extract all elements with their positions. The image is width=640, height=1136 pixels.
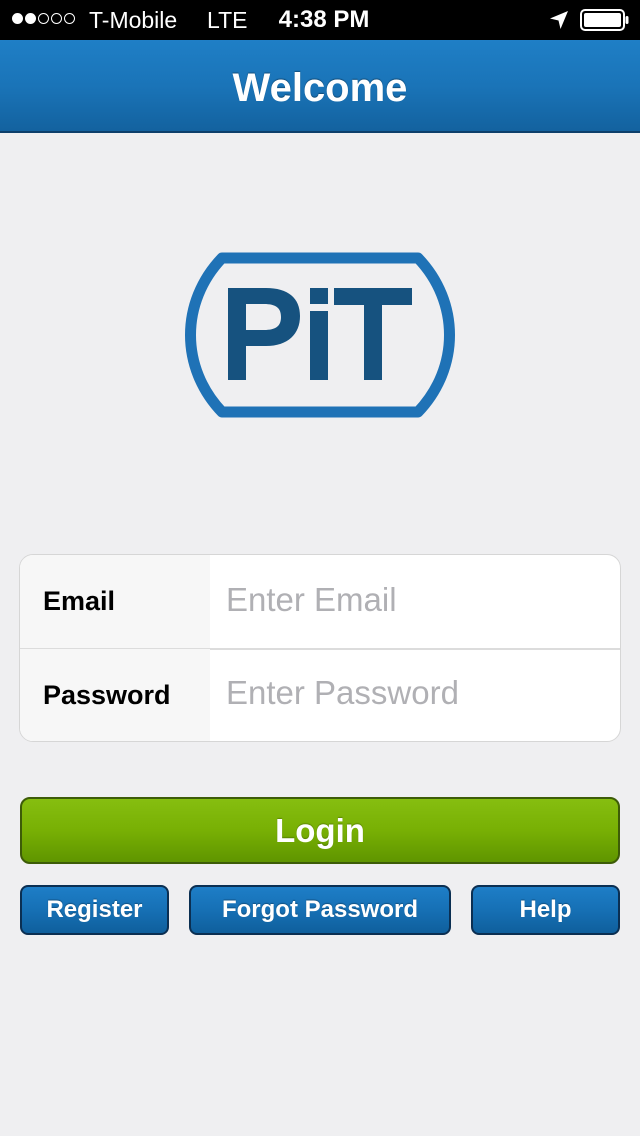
password-label: Password xyxy=(43,680,171,710)
register-button[interactable]: Register xyxy=(20,885,169,935)
password-row: Password xyxy=(20,649,620,741)
password-field[interactable] xyxy=(210,649,620,741)
help-button[interactable]: Help xyxy=(471,885,620,935)
page-title: Welcome xyxy=(232,66,408,110)
forgot-password-button[interactable]: Forgot Password xyxy=(189,885,451,935)
status-time: 4:38 PM xyxy=(278,6,370,33)
email-field[interactable] xyxy=(210,555,620,648)
email-label-cell: Email xyxy=(20,555,210,648)
location-arrow-icon xyxy=(550,11,568,29)
password-label-cell: Password xyxy=(20,649,210,741)
navigation-bar: Welcome xyxy=(0,40,640,133)
login-button[interactable]: Login xyxy=(20,797,620,864)
status-bar: T-Mobile LTE 4:38 PM xyxy=(0,0,640,40)
email-label: Email xyxy=(43,586,116,616)
email-row: Email xyxy=(20,555,620,648)
pit-logo xyxy=(185,252,455,418)
battery-icon xyxy=(580,9,629,31)
login-form: Email Password xyxy=(19,554,621,742)
